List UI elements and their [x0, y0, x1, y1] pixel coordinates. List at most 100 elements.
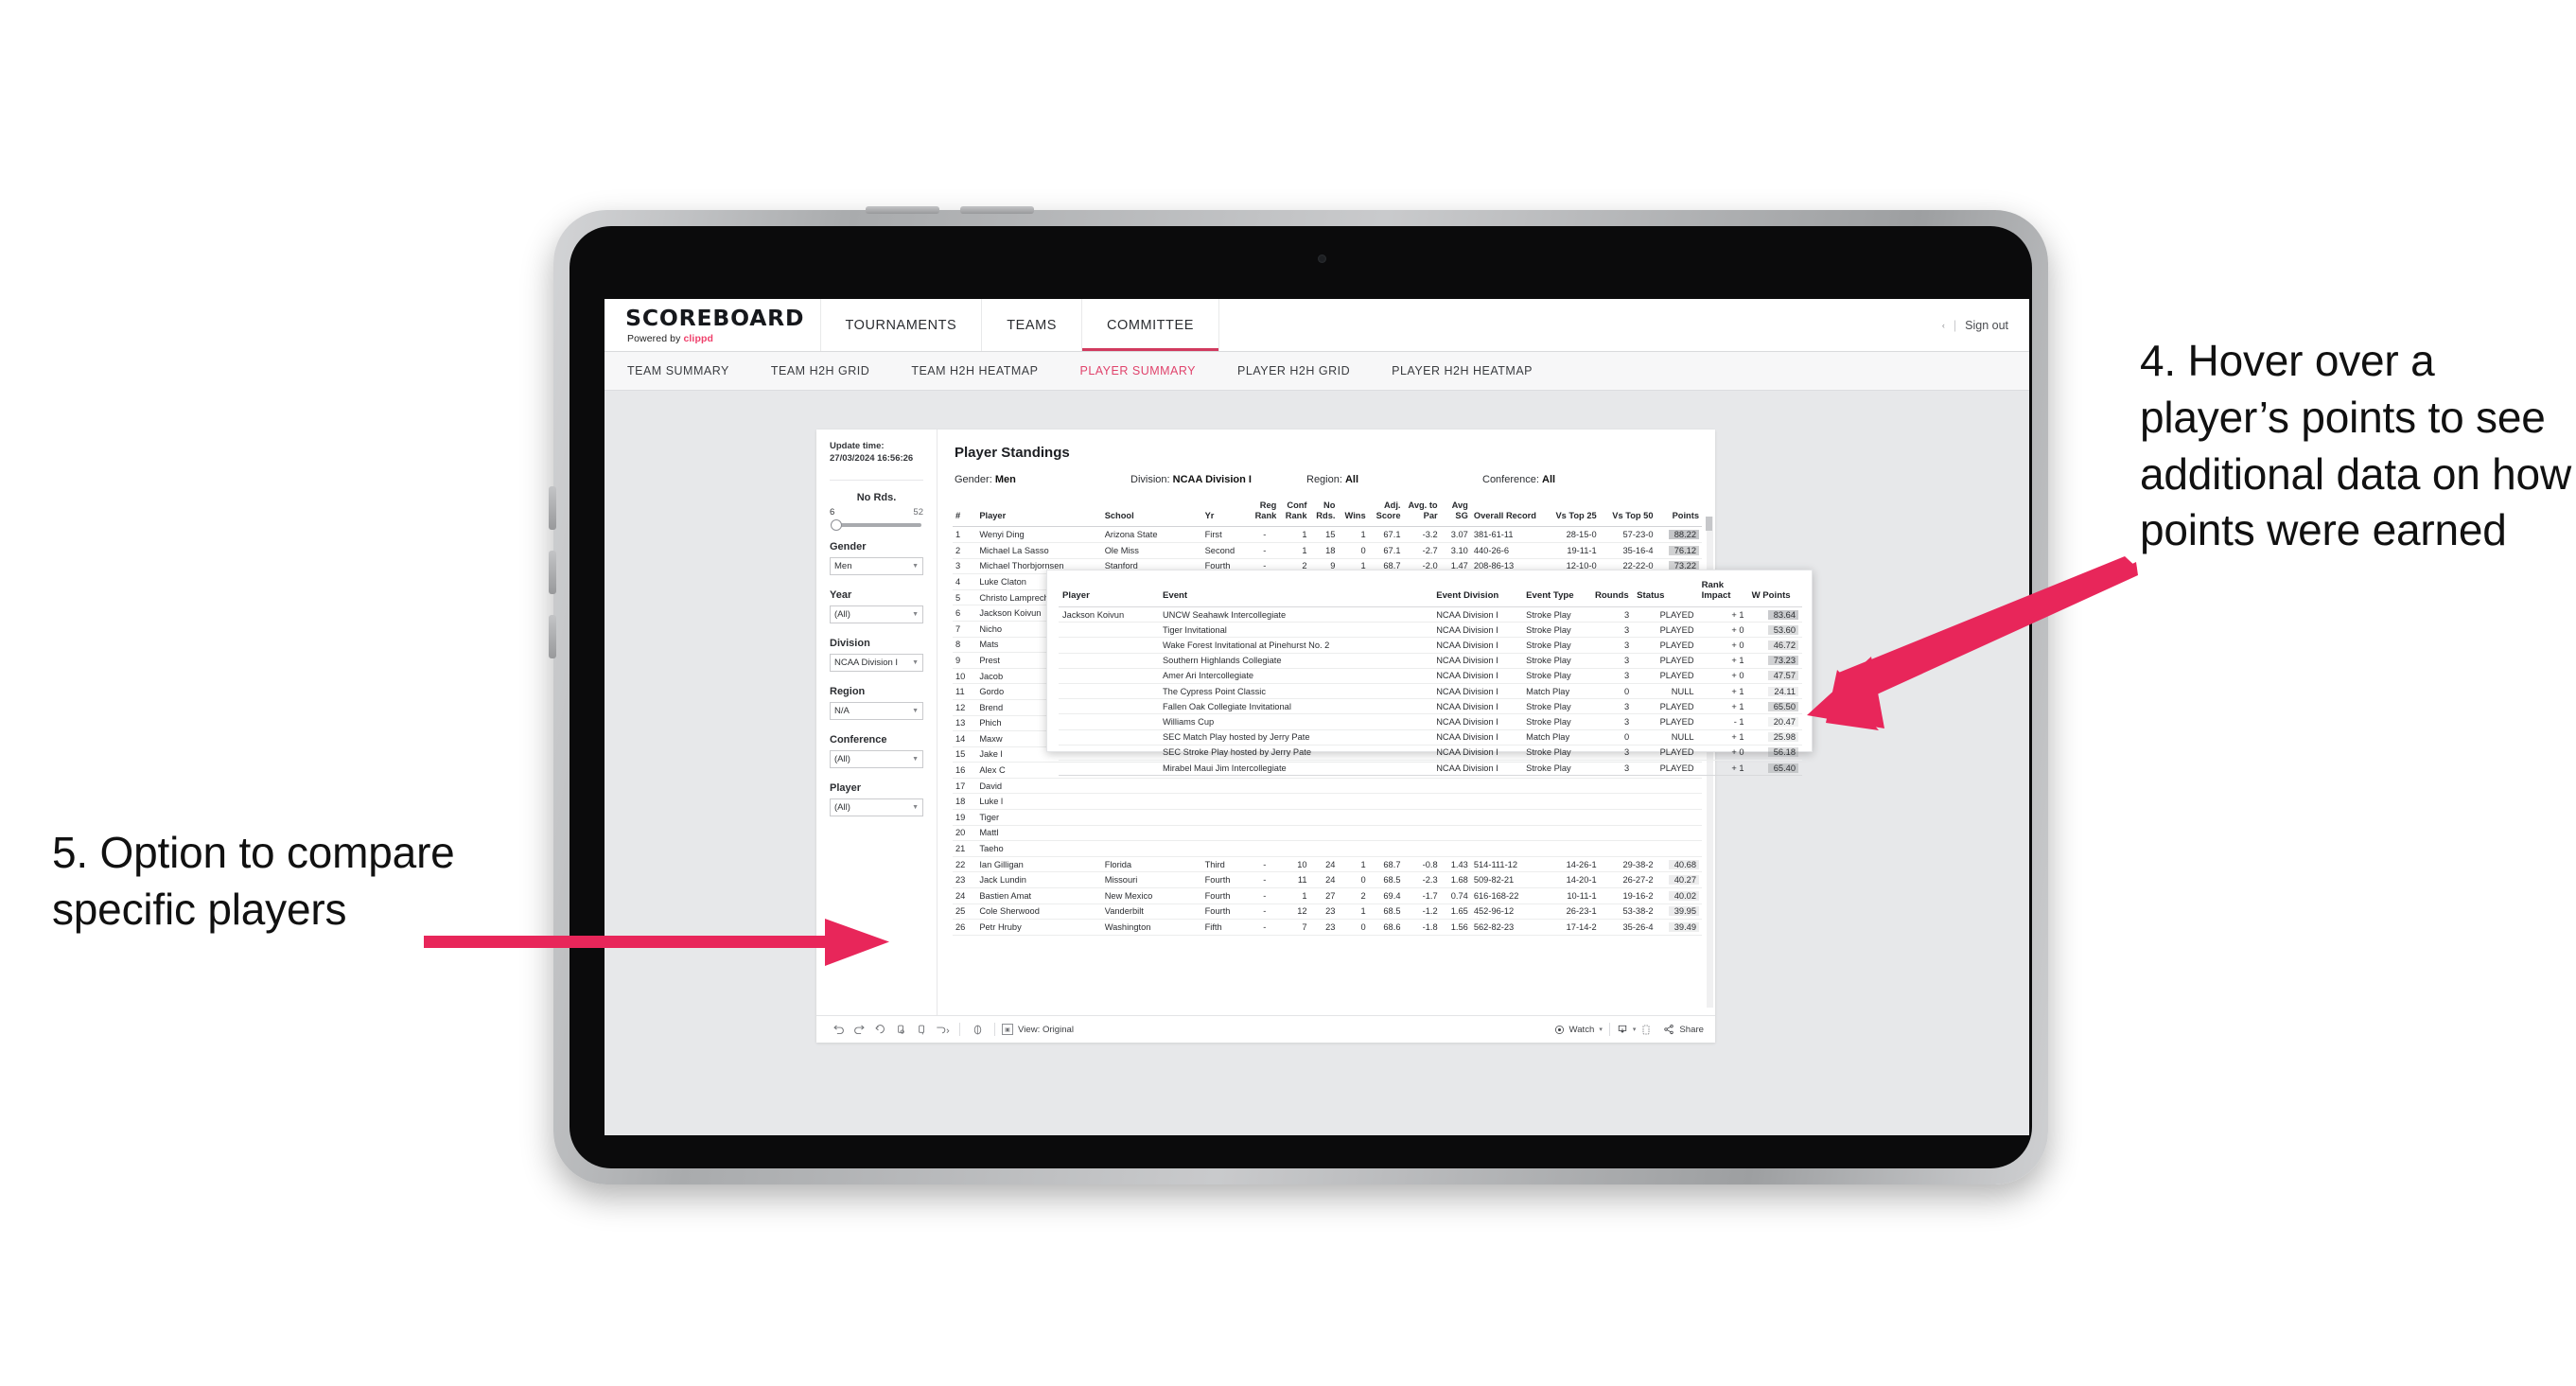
redo-icon[interactable]: [849, 1019, 869, 1040]
tooltip-cell: + 0: [1697, 745, 1748, 761]
undo-icon[interactable]: [828, 1019, 849, 1040]
table-cell: 12: [953, 699, 977, 716]
table-row[interactable]: 22 Ian Gilligan Florida Third -10 24 1 68.7 -0.8…: [953, 856, 1702, 873]
filter-player-select[interactable]: (All) ▼: [830, 798, 923, 816]
topnav-item-teams[interactable]: TEAMS: [982, 299, 1082, 351]
scrollbar-thumb[interactable]: [1706, 517, 1712, 531]
filter-conference-select[interactable]: (All) ▼: [830, 749, 923, 768]
table-row[interactable]: 19 Tiger: [953, 809, 1702, 826]
col-school[interactable]: School: [1101, 498, 1202, 528]
table-row[interactable]: 17 David: [953, 778, 1702, 795]
volume-up-button[interactable]: [866, 206, 939, 214]
table-cell: 24: [1309, 871, 1339, 889]
filter-gender-label: Gender: [830, 540, 867, 553]
table-row[interactable]: 26 Petr Hruby Washington Fifth -7 23 0 68.6 -1.8…: [953, 919, 1702, 936]
col-avg-sg[interactable]: Avg SG: [1440, 498, 1471, 528]
topnav-item-tournaments[interactable]: TOURNAMENTS: [821, 299, 983, 351]
table-row[interactable]: 2 Michael La Sasso Ole Miss Second -1 18 0 67.1…: [953, 542, 1702, 559]
table-cell: [1279, 809, 1310, 826]
slider-track[interactable]: [831, 518, 921, 531]
share-button[interactable]: Share: [1663, 1024, 1704, 1035]
side-button-2[interactable]: [549, 551, 556, 594]
col-player[interactable]: Player: [976, 498, 1102, 528]
col-reg-rank[interactable]: Reg Rank: [1250, 498, 1280, 528]
undo-all-icon[interactable]: [932, 1019, 953, 1040]
side-button-1[interactable]: [549, 486, 556, 530]
table-cell: -2.3: [1403, 871, 1441, 889]
table-cell: 68.5: [1368, 904, 1404, 921]
tablet-device: SCOREBOARD Powered by clippd TOURNAMENTS…: [549, 206, 2048, 1184]
col-wins[interactable]: Wins: [1338, 498, 1369, 528]
points-cell: 88.22: [1656, 526, 1702, 543]
col-overall-record[interactable]: Overall Record: [1470, 498, 1543, 528]
tooltip-cell: 3: [1590, 698, 1634, 715]
table-cell: 18: [953, 793, 977, 811]
subnav-item-player-h2h-heatmap[interactable]: PLAYER H2H HEATMAP: [1392, 364, 1553, 377]
table-row[interactable]: 20 Mattl: [953, 825, 1702, 842]
filter-division-select[interactable]: NCAA Division I ▼: [830, 653, 923, 672]
topnav-item-committee[interactable]: COMMITTEE: [1082, 299, 1219, 351]
table-row[interactable]: 21 Taeho: [953, 840, 1702, 857]
tooltip-cell: Stroke Play: [1522, 622, 1591, 639]
slider-handle[interactable]: [831, 518, 842, 531]
volume-down-button[interactable]: [960, 206, 1034, 214]
view-original-button[interactable]: ▣ View: Original: [1002, 1024, 1074, 1035]
subnav-item-player-summary[interactable]: PLAYER SUMMARY: [1079, 364, 1217, 377]
col-rank[interactable]: #: [953, 498, 977, 528]
filter-gender-select[interactable]: Men ▼: [830, 556, 923, 575]
subnav-item-team-h2h-heatmap[interactable]: TEAM H2H HEATMAP: [911, 364, 1059, 377]
col-vs-top-25[interactable]: Vs Top 25: [1542, 498, 1600, 528]
brand-logo[interactable]: SCOREBOARD Powered by clippd: [605, 299, 821, 351]
subnav-item-player-h2h-grid[interactable]: PLAYER H2H GRID: [1237, 364, 1371, 377]
table-cell: 25: [953, 904, 977, 921]
tt-col-status: Status: [1633, 578, 1698, 608]
table-cell: [1599, 778, 1656, 795]
toolbar-divider-2: [994, 1023, 995, 1036]
col-vs-top-50[interactable]: Vs Top 50: [1599, 498, 1656, 528]
table-cell: 0: [1338, 919, 1369, 936]
col-avg-to-par[interactable]: Avg. to Par: [1403, 498, 1441, 528]
table-cell: Fifth: [1201, 919, 1251, 936]
data-details-icon[interactable]: [967, 1019, 988, 1040]
table-cell: [1368, 809, 1404, 826]
table-cell: 1: [1279, 542, 1310, 559]
tooltip-player-cell: [1059, 683, 1159, 700]
tooltip-cell: Wake Forest Invitational at Pinehurst No…: [1158, 637, 1433, 654]
download-button[interactable]: ▾: [1617, 1024, 1636, 1035]
table-row[interactable]: 23 Jack Lundin Missouri Fourth -11 24 0 68.5 -2.…: [953, 871, 1702, 889]
col-yr[interactable]: Yr: [1201, 498, 1251, 528]
table-row[interactable]: 18 Luke l: [953, 793, 1702, 811]
device-layout-icon[interactable]: [1636, 1019, 1656, 1040]
table-cell: 0: [1338, 871, 1369, 889]
subnav-item-team-summary[interactable]: TEAM SUMMARY: [627, 364, 750, 377]
table-cell: 11: [953, 683, 977, 700]
col-adj-score[interactable]: Adj. Score: [1368, 498, 1404, 528]
pause-updates-icon[interactable]: [911, 1019, 932, 1040]
table-cell: 24: [953, 887, 977, 904]
table-cell: Ian Gilligan: [976, 856, 1102, 873]
revert-icon[interactable]: [869, 1019, 890, 1040]
table-cell: Ole Miss: [1101, 542, 1202, 559]
col-no-rds[interactable]: No Rds.: [1309, 498, 1339, 528]
table-cell: 616-168-22: [1470, 887, 1543, 904]
chevron-left-icon[interactable]: ‹: [1942, 321, 1945, 330]
side-button-3[interactable]: [549, 615, 556, 658]
filter-year-label: Year: [830, 588, 852, 601]
subnav-item-team-h2h-grid[interactable]: TEAM H2H GRID: [771, 364, 890, 377]
tooltip-player-cell: [1059, 698, 1159, 715]
table-row[interactable]: 1 Wenyi Ding Arizona State First -1 15 1 67.1 -3…: [953, 526, 1702, 543]
tooltip-points-cell: 20.47: [1747, 713, 1802, 730]
tooltip-player-cell: [1059, 622, 1159, 639]
refresh-icon[interactable]: [890, 1019, 911, 1040]
sign-out-link[interactable]: Sign out: [1965, 319, 2008, 332]
tooltip-cell: + 0: [1697, 637, 1748, 654]
col-points[interactable]: Points: [1656, 498, 1702, 528]
watch-button[interactable]: Watch ▾: [1554, 1025, 1603, 1035]
tooltip-player-cell: [1059, 653, 1159, 669]
filter-year-select[interactable]: (All) ▼: [830, 605, 923, 623]
col-conf-rank[interactable]: Conf Rank: [1279, 498, 1310, 528]
table-row[interactable]: 25 Cole Sherwood Vanderbilt Fourth -12 23 1 68.…: [953, 904, 1702, 921]
filter-region-select[interactable]: N/A ▼: [830, 701, 923, 720]
table-row[interactable]: 24 Bastien Amat New Mexico Fourth -1 27 2 69.4-…: [953, 887, 1702, 904]
table-cell: 452-96-12: [1470, 904, 1543, 921]
